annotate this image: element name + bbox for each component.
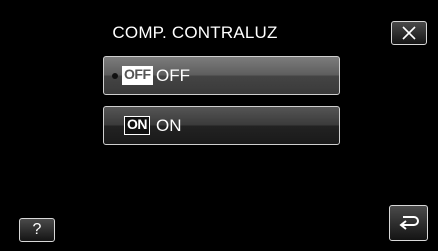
- help-button[interactable]: ?: [19, 218, 55, 242]
- page-title: COMP. CONTRALUZ: [112, 23, 278, 42]
- option-off-label: OFF: [156, 66, 190, 85]
- close-icon: [402, 26, 416, 40]
- off-icon: OFF: [122, 66, 153, 85]
- option-on-button[interactable]: ON ON: [103, 106, 340, 145]
- option-off-button[interactable]: OFF OFF: [103, 56, 340, 95]
- on-icon: ON: [124, 116, 150, 135]
- help-label: ?: [32, 221, 42, 238]
- return-arrow-icon: [398, 216, 419, 230]
- selected-indicator: [112, 73, 118, 79]
- back-button[interactable]: [389, 205, 428, 241]
- option-on-label: ON: [156, 116, 182, 135]
- close-button[interactable]: [391, 21, 427, 45]
